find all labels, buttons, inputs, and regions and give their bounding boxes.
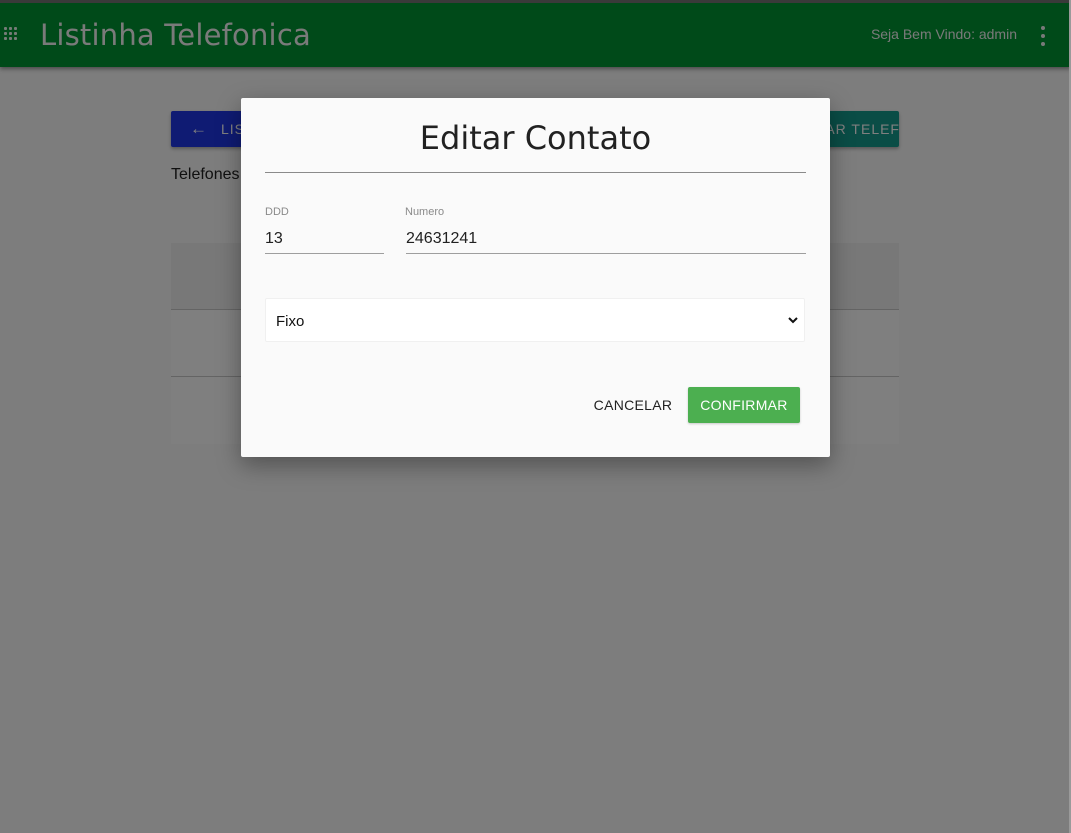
phone-type-select[interactable]: Fixo (265, 298, 805, 342)
dialog-title: Editar Contato (419, 119, 652, 157)
numero-input[interactable] (406, 224, 806, 254)
window-top-edge (0, 0, 1071, 3)
dialog-divider (265, 172, 806, 173)
numero-label: Numero (405, 206, 445, 218)
confirm-button[interactable]: CONFIRMAR (688, 387, 800, 423)
ddd-label: DDD (265, 206, 289, 218)
cancel-button[interactable]: CANCELAR (587, 387, 679, 423)
chevron-down-icon (788, 317, 798, 324)
phone-type-value: Fixo (276, 313, 305, 330)
edit-contact-dialog: Editar Contato DDD Numero Fixo CANCELAR … (241, 98, 830, 457)
ddd-input[interactable] (265, 224, 384, 254)
